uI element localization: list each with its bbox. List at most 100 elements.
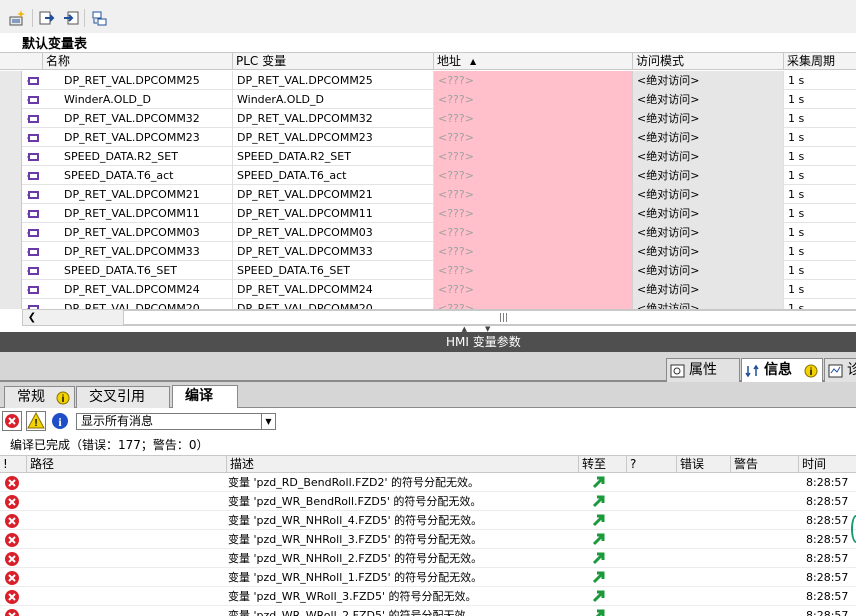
tag-name-cell[interactable]: DP_RET_VAL.DPCOMM21 <box>42 185 232 204</box>
plc-tag-cell[interactable]: WinderA.OLD_D <box>232 90 433 109</box>
address-cell[interactable]: <???> <box>433 280 632 299</box>
column-name[interactable]: 名称 <box>42 53 232 70</box>
plc-tag-cell[interactable]: DP_RET_VAL.DPCOMM21 <box>232 185 433 204</box>
goto-arrow-icon[interactable] <box>592 475 606 489</box>
row-selector[interactable] <box>0 204 22 223</box>
access-mode-cell[interactable]: <绝对访问> <box>632 280 783 299</box>
plc-tag-cell[interactable]: DP_RET_VAL.DPCOMM11 <box>232 204 433 223</box>
column-errors[interactable]: 错误 <box>676 456 730 473</box>
column-goto[interactable]: 转至 <box>578 456 626 473</box>
horizontal-scrollbar[interactable]: ❮ ||| <box>22 309 856 326</box>
export-icon[interactable] <box>38 9 56 27</box>
message-row[interactable]: 变量 'pzd_WR_NHRoll_3.FZD5' 的符号分配无效。 8:28:5… <box>0 530 856 549</box>
address-cell[interactable]: <???> <box>433 204 632 223</box>
message-row[interactable]: 变量 'pzd_WR_NHRoll_1.FZD5' 的符号分配无效。 8:28:5… <box>0 568 856 587</box>
table-row[interactable]: SPEED_DATA.T6_SET SPEED_DATA.T6_SET <???> <… <box>0 261 856 280</box>
row-selector[interactable] <box>0 166 22 185</box>
row-selector[interactable] <box>0 185 22 204</box>
tab-diagnostics[interactable]: 诊 <box>824 358 856 382</box>
plc-tag-cell[interactable]: DP_RET_VAL.DPCOMM33 <box>232 242 433 261</box>
acquisition-cycle-cell[interactable]: 1 s <box>783 185 856 204</box>
address-cell[interactable]: <???> <box>433 299 632 309</box>
plc-tag-cell[interactable]: DP_RET_VAL.DPCOMM32 <box>232 109 433 128</box>
plc-tag-cell[interactable]: DP_RET_VAL.DPCOMM23 <box>232 128 433 147</box>
address-cell[interactable]: <???> <box>433 147 632 166</box>
tab-info[interactable]: 信息 i <box>741 358 823 382</box>
column-path[interactable]: 路径 <box>26 456 226 473</box>
plc-tag-cell[interactable]: DP_RET_VAL.DPCOMM24 <box>232 280 433 299</box>
tag-name-cell[interactable]: SPEED_DATA.T6_act <box>42 166 232 185</box>
access-mode-cell[interactable]: <绝对访问> <box>632 128 783 147</box>
tab-cross-reference[interactable]: 交叉引用 <box>76 386 170 408</box>
column-help[interactable]: ? <box>626 456 676 473</box>
acquisition-cycle-cell[interactable]: 1 s <box>783 71 856 90</box>
row-selector[interactable] <box>0 147 22 166</box>
column-acquisition-cycle[interactable]: 采集周期 <box>783 53 856 70</box>
table-row[interactable]: WinderA.OLD_D WinderA.OLD_D <???> <绝对访问> 1 s <box>0 90 856 109</box>
row-selector[interactable] <box>0 71 22 90</box>
info-filter-icon[interactable]: i <box>50 411 70 431</box>
acquisition-cycle-cell[interactable]: 1 s <box>783 147 856 166</box>
acquisition-cycle-cell[interactable]: 1 s <box>783 261 856 280</box>
tab-compile[interactable]: 编译 <box>172 385 238 409</box>
tag-name-cell[interactable]: DP_RET_VAL.DPCOMM03 <box>42 223 232 242</box>
goto-arrow-icon[interactable] <box>592 532 606 546</box>
tag-name-cell[interactable]: SPEED_DATA.T6_SET <box>42 261 232 280</box>
access-mode-cell[interactable]: <绝对访问> <box>632 109 783 128</box>
address-cell[interactable]: <???> <box>433 109 632 128</box>
access-mode-cell[interactable]: <绝对访问> <box>632 223 783 242</box>
message-filter-select[interactable]: 显示所有消息 ▼ <box>76 413 276 430</box>
address-cell[interactable]: <???> <box>433 166 632 185</box>
tag-name-cell[interactable]: DP_RET_VAL.DPCOMM20 <box>42 299 232 309</box>
row-selector[interactable] <box>0 242 22 261</box>
access-mode-cell[interactable]: <绝对访问> <box>632 242 783 261</box>
plc-tag-cell[interactable]: SPEED_DATA.R2_SET <box>232 147 433 166</box>
acquisition-cycle-cell[interactable]: 1 s <box>783 109 856 128</box>
tag-name-cell[interactable]: WinderA.OLD_D <box>42 90 232 109</box>
hmi-tag-parameters-bar[interactable]: HMI 变量参数 <box>0 332 856 352</box>
access-mode-cell[interactable]: <绝对访问> <box>632 299 783 309</box>
table-row[interactable]: SPEED_DATA.T6_act SPEED_DATA.T6_act <???> <… <box>0 166 856 185</box>
scroll-indicator-icon[interactable] <box>851 515 856 543</box>
tag-name-cell[interactable]: DP_RET_VAL.DPCOMM23 <box>42 128 232 147</box>
message-row[interactable]: 变量 'pzd_WR_WRoll_2.FZD5' 的符号分配无效。 8:28:57 <box>0 606 856 616</box>
row-selector[interactable] <box>0 109 22 128</box>
scrollbar-thumb[interactable]: ||| <box>123 310 856 325</box>
goto-arrow-icon[interactable] <box>592 570 606 584</box>
message-row[interactable]: 变量 'pzd_RD_BendRoll.FZD2' 的符号分配无效。 8:28:5… <box>0 473 856 492</box>
chevron-down-icon[interactable]: ▼ <box>261 414 275 429</box>
access-mode-cell[interactable]: <绝对访问> <box>632 204 783 223</box>
access-mode-cell[interactable]: <绝对访问> <box>632 166 783 185</box>
table-row[interactable]: DP_RET_VAL.DPCOMM21 DP_RET_VAL.DPCOMM21 <?… <box>0 185 856 204</box>
acquisition-cycle-cell[interactable]: 1 s <box>783 280 856 299</box>
address-cell[interactable]: <???> <box>433 261 632 280</box>
address-cell[interactable]: <???> <box>433 223 632 242</box>
table-row[interactable]: DP_RET_VAL.DPCOMM11 DP_RET_VAL.DPCOMM11 <?… <box>0 204 856 223</box>
column-description[interactable]: 描述 <box>226 456 578 473</box>
row-selector[interactable] <box>0 223 22 242</box>
add-tag-icon[interactable] <box>8 9 26 27</box>
row-selector[interactable] <box>0 299 22 309</box>
address-cell[interactable]: <???> <box>433 185 632 204</box>
access-mode-cell[interactable]: <绝对访问> <box>632 147 783 166</box>
table-row[interactable]: DP_RET_VAL.DPCOMM23 DP_RET_VAL.DPCOMM23 <?… <box>0 128 856 147</box>
tag-name-cell[interactable]: DP_RET_VAL.DPCOMM32 <box>42 109 232 128</box>
tag-name-cell[interactable]: DP_RET_VAL.DPCOMM25 <box>42 71 232 90</box>
access-mode-cell[interactable]: <绝对访问> <box>632 261 783 280</box>
plc-tag-cell[interactable]: SPEED_DATA.T6_SET <box>232 261 433 280</box>
row-selector[interactable] <box>0 261 22 280</box>
message-row[interactable]: 变量 'pzd_WR_BendRoll.FZD5' 的符号分配无效。 8:28:5… <box>0 492 856 511</box>
table-row[interactable]: DP_RET_VAL.DPCOMM33 DP_RET_VAL.DPCOMM33 <?… <box>0 242 856 261</box>
address-cell[interactable]: <???> <box>433 242 632 261</box>
column-address[interactable]: 地址 ▲ <box>433 53 632 70</box>
row-selector[interactable] <box>0 280 22 299</box>
goto-arrow-icon[interactable] <box>592 551 606 565</box>
message-row[interactable]: 变量 'pzd_WR_WRoll_3.FZD5' 的符号分配无效。 8:28:57 <box>0 587 856 606</box>
message-row[interactable]: 变量 'pzd_WR_NHRoll_2.FZD5' 的符号分配无效。 8:28:5… <box>0 549 856 568</box>
error-filter-icon[interactable] <box>2 411 22 431</box>
tab-properties[interactable]: 属性 <box>666 358 740 382</box>
table-row[interactable]: DP_RET_VAL.DPCOMM32 DP_RET_VAL.DPCOMM32 <?… <box>0 109 856 128</box>
scroll-left-icon[interactable]: ❮ <box>25 311 39 324</box>
tag-name-cell[interactable]: DP_RET_VAL.DPCOMM33 <box>42 242 232 261</box>
plc-tag-cell[interactable]: DP_RET_VAL.DPCOMM03 <box>232 223 433 242</box>
